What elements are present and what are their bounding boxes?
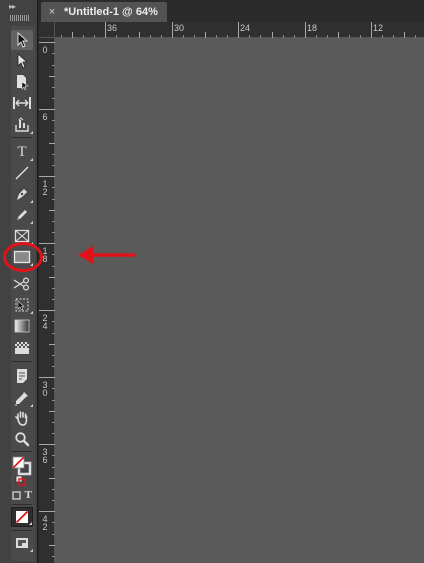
arrow-black-icon (17, 32, 29, 48)
tools-panel: ▸▸ T T (0, 0, 38, 563)
ruler-label: 30 (174, 23, 185, 33)
gradient-icon (14, 319, 30, 333)
document-tab-bar: × *Untitled-1 @ 64% (39, 0, 424, 22)
pencil-icon (17, 210, 27, 220)
pen-icon (17, 189, 27, 200)
ruler-label: 18 (307, 23, 318, 33)
ruler-label-digit: 0 (42, 388, 48, 398)
note-tool[interactable] (11, 366, 33, 386)
content-collector-icon (15, 117, 29, 132)
selection-tool[interactable] (11, 30, 33, 50)
zoom-icon (15, 432, 30, 447)
content-collector-tool[interactable] (11, 115, 33, 135)
pen-tool[interactable] (11, 184, 33, 204)
arrow-white-icon (17, 53, 29, 69)
scissors-tool[interactable] (11, 274, 33, 294)
gradient-feather-tool[interactable] (11, 338, 33, 358)
apply-none-icon (15, 510, 29, 524)
fill-stroke-icon (12, 456, 32, 476)
page-tool[interactable] (11, 72, 33, 92)
default-fill-stroke[interactable] (11, 474, 33, 488)
ruler-origin[interactable] (39, 22, 55, 38)
hand-tool[interactable] (11, 408, 33, 428)
ruler-label: 24 (240, 23, 251, 33)
ruler-label: 12 (373, 23, 384, 33)
free-transform-tool[interactable] (11, 295, 33, 315)
container-icon (12, 490, 21, 500)
ruler-label: 36 (107, 23, 118, 33)
eyedropper-tool[interactable] (11, 388, 33, 408)
rectangle-frame-icon (14, 229, 30, 243)
pencil-tool[interactable] (11, 205, 33, 225)
ruler-label-digit: 4 (42, 321, 48, 331)
line-icon (15, 166, 29, 180)
gradient-feather-icon (15, 342, 29, 354)
document-tab[interactable]: × *Untitled-1 @ 64% (41, 2, 167, 22)
ruler-label: 36 (41, 448, 49, 465)
direct-selection-tool[interactable] (11, 51, 33, 71)
scissors-icon (13, 277, 30, 291)
ruler-label: 30 (41, 381, 49, 398)
zoom-tool[interactable] (11, 429, 33, 449)
screen-mode-icon (16, 538, 28, 548)
gap-icon (13, 97, 31, 109)
screen-mode[interactable] (11, 533, 33, 553)
page-icon (17, 75, 29, 90)
ruler-label: 12 (41, 180, 49, 197)
gap-tool[interactable] (11, 93, 33, 113)
ruler-label: 42 (41, 515, 49, 532)
ruler-label: 0 (41, 45, 49, 55)
document-tab-title: *Untitled-1 @ 64% (64, 6, 158, 18)
formatting-affects-text-icon[interactable]: T (25, 489, 32, 501)
horizontal-ruler[interactable]: 36 30 24 18 12 (55, 22, 424, 38)
ruler-label-digit: 6 (42, 112, 48, 122)
hand-icon (15, 411, 28, 426)
default-swatch-icon (15, 475, 26, 486)
eyedropper-icon (15, 392, 28, 406)
panel-grip[interactable] (10, 15, 30, 21)
type-tool[interactable]: T (11, 142, 33, 162)
ruler-label: 6 (41, 112, 49, 122)
document-canvas[interactable] (55, 38, 424, 563)
ruler-label-digit: 6 (42, 455, 48, 465)
pointer-arrow-icon (78, 246, 136, 264)
line-tool[interactable] (11, 163, 33, 183)
formatting-affects-container[interactable]: T (11, 488, 33, 502)
ruler-label: 24 (41, 314, 49, 331)
ruler-label-digit: 2 (42, 522, 48, 532)
ruler-label-digit: 2 (42, 187, 48, 197)
collapse-panel-icon[interactable]: ▸▸ (9, 3, 16, 11)
gradient-swatch-tool[interactable] (11, 316, 33, 336)
ruler-label-digit: 0 (42, 45, 48, 55)
close-tab-icon[interactable]: × (44, 6, 60, 18)
type-icon: T (17, 143, 27, 160)
vertical-ruler[interactable]: 0 6 12 18 24 30 36 42 (39, 38, 55, 563)
note-icon (17, 369, 27, 383)
apply-none[interactable] (11, 507, 33, 527)
highlight-circle (3, 242, 43, 272)
free-transform-icon (15, 298, 29, 312)
